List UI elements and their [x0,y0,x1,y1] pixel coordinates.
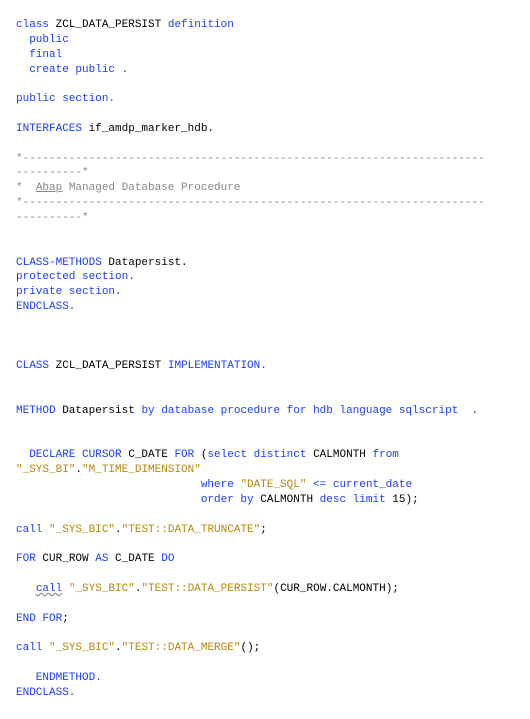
comment-text: * [16,182,36,194]
kw-interfaces: INTERFACES [16,123,82,135]
schema-name: "_SYS_BI" [16,464,75,476]
kw-final: final [16,49,62,61]
table-name: "M_TIME_DIMENSION" [82,464,201,476]
proc-name: "TEST::DATA_MERGE" [122,642,241,654]
kw-endclass: ENDCLASS. [16,687,75,699]
kw-call-warn: call [36,583,62,595]
impl-name: ZCL_DATA_PERSIST [49,360,168,372]
kw-as: AS [95,553,108,565]
method-name: Datapersist. [102,257,188,269]
proc-name: "TEST::DATA_TRUNCATE" [122,524,261,536]
kw-endclass: ENDCLASS. [16,301,75,313]
interface-name: if_amdp_marker_hdb. [82,123,214,135]
schema: "_SYS_BIC" [49,642,115,654]
kw-from: from [373,449,399,461]
kw-public-section: public section. [16,93,115,105]
kw-create-public: create public . [16,64,128,76]
kw-order: order by [16,494,254,506]
comment-text: Managed Database Procedure [62,182,240,194]
kw-call: call [16,524,42,536]
kw-do: DO [161,553,174,565]
proc-name: "TEST::DATA_PERSIST" [141,583,273,595]
kw-definition: definition [168,19,234,31]
kw-method: METHOD [16,405,56,417]
kw-class: CLASS [16,360,49,372]
comment-abap: Abap [36,182,62,194]
schema: "_SYS_BIC" [69,583,135,595]
kw-select: select distinct [207,449,306,461]
col-name: "DATE_SQL" [240,479,306,491]
kw-declare: DECLARE CURSOR [16,449,122,461]
kw-protected: protected section. [16,271,135,283]
kw-call: call [16,642,42,654]
kw-desc: desc limit [320,494,386,506]
kw-for: FOR [174,449,194,461]
kw-private: private section. [16,286,122,298]
kw-public: public [16,34,69,46]
class-name: ZCL_DATA_PERSIST [49,19,168,31]
comment-border: ----------* [16,167,89,179]
kw-implementation: IMPLEMENTATION. [168,360,267,372]
schema: "_SYS_BIC" [49,524,115,536]
abap-source: class ZCL_DATA_PERSIST definition public… [16,18,514,701]
kw-where: where [16,479,240,491]
kw-current-date: <= current_date [306,479,412,491]
comment-border: *---------------------------------------… [16,153,485,165]
method-name: Datapersist [56,405,142,417]
cursor-name: C_DATE [122,449,175,461]
kw-end-for: END FOR [16,613,62,625]
kw-by-db: by database procedure for hdb language s… [141,405,478,417]
kw-for: FOR [16,553,36,565]
comment-border: *---------------------------------------… [16,197,485,209]
comment-border: ----------* [16,212,89,224]
kw-endmethod: ENDMETHOD. [16,672,102,684]
kw-class-methods: CLASS-METHODS [16,257,102,269]
kw-class: class [16,19,49,31]
